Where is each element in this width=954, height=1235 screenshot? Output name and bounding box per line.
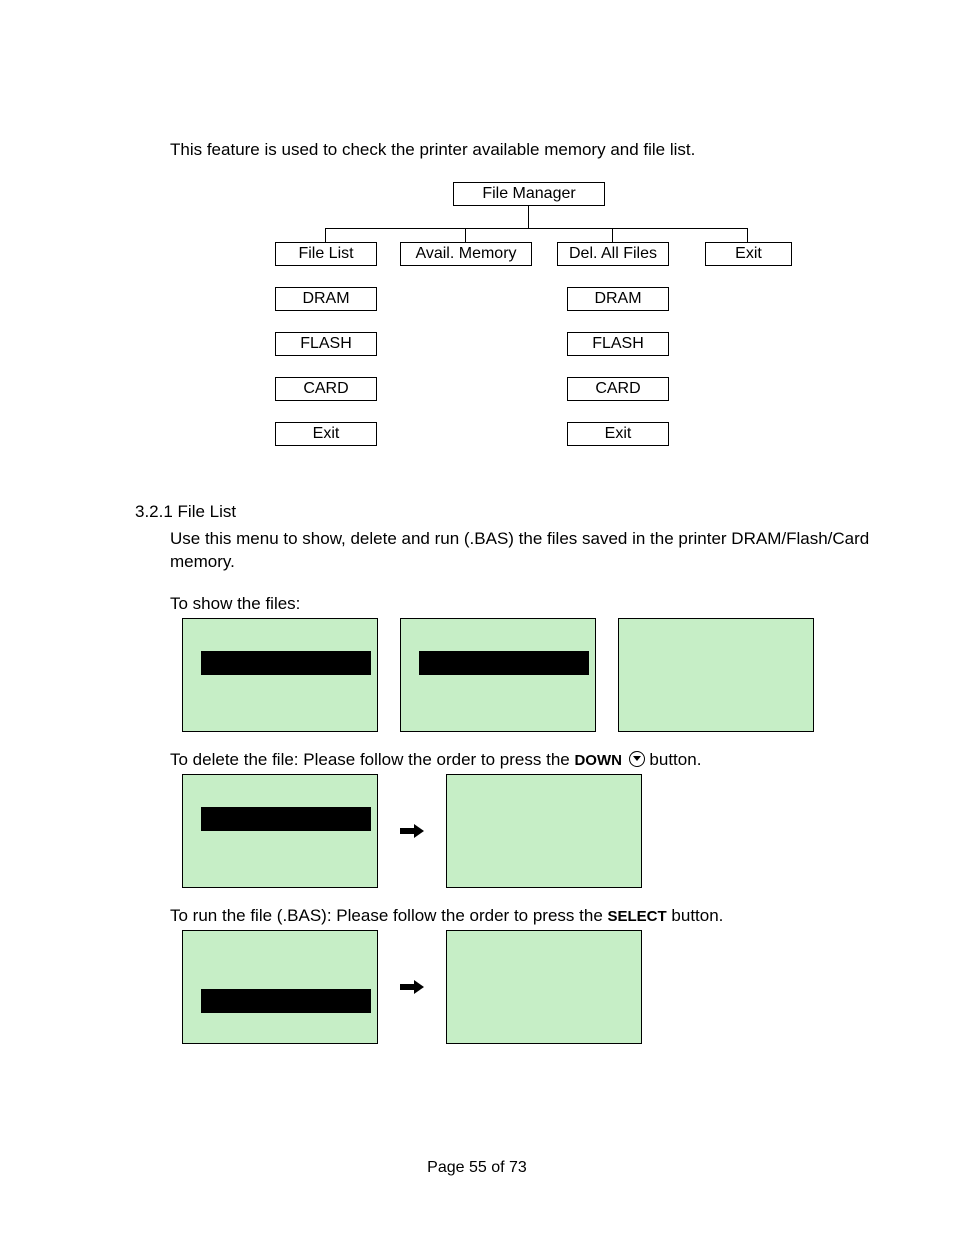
tree-header-avail-memory: Avail. Memory: [400, 242, 532, 266]
tree-col3-card: CARD: [567, 377, 669, 401]
tree-col1-dram: DRAM: [275, 287, 377, 311]
lcd-panel: [182, 774, 378, 888]
section-heading: 3.2.1 File List: [135, 502, 894, 522]
run-file-panels: [182, 930, 894, 1044]
tree-root: File Manager: [453, 182, 605, 206]
page-footer: Page 55 of 73: [0, 1159, 954, 1177]
tree-header-del-all: Del. All Files: [557, 242, 669, 266]
lcd-panel: [182, 618, 378, 732]
tree-col3-flash: FLASH: [567, 332, 669, 356]
arrow-right-icon: [400, 823, 424, 839]
lcd-panel: [618, 618, 814, 732]
tree-col1-exit: Exit: [275, 422, 377, 446]
delete-file-label: To delete the file: Please follow the or…: [170, 750, 894, 770]
delete-file-panels: [182, 774, 894, 888]
down-button-label: DOWN: [574, 752, 622, 769]
tree-col3-exit: Exit: [567, 422, 669, 446]
run-file-label: To run the file (.BAS): Please follow th…: [170, 906, 894, 926]
lcd-panel: [182, 930, 378, 1044]
menu-tree-diagram: File Manager File List Avail. Memory Del…: [135, 182, 795, 462]
tree-col1-card: CARD: [275, 377, 377, 401]
tree-col3-dram: DRAM: [567, 287, 669, 311]
show-files-panels: [182, 618, 894, 732]
lcd-panel: [400, 618, 596, 732]
show-files-label: To show the files:: [170, 594, 894, 614]
tree-header-file-list: File List: [275, 242, 377, 266]
down-arrow-circle-icon: [629, 751, 645, 767]
tree-header-exit: Exit: [705, 242, 792, 266]
lcd-panel: [446, 774, 642, 888]
tree-col1-flash: FLASH: [275, 332, 377, 356]
section-description: Use this menu to show, delete and run (.…: [170, 528, 894, 574]
lcd-panel: [446, 930, 642, 1044]
intro-text: This feature is used to check the printe…: [170, 140, 894, 160]
select-button-label: SELECT: [608, 908, 667, 925]
arrow-right-icon: [400, 979, 424, 995]
